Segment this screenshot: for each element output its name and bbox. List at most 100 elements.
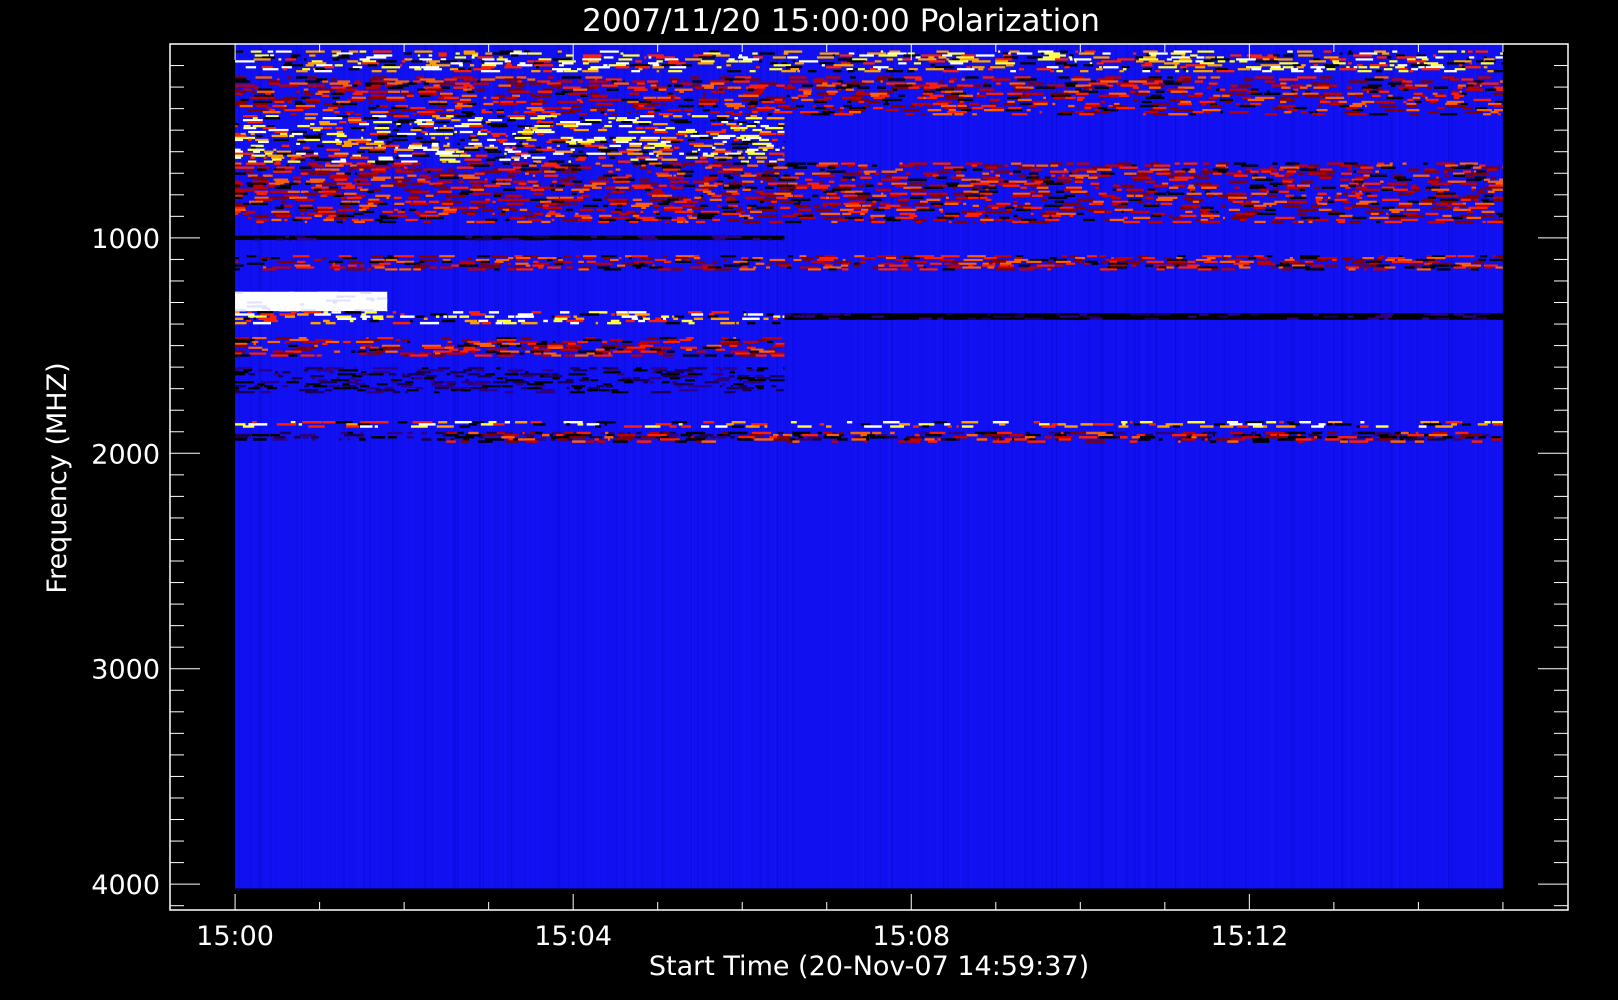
heatmap-cell bbox=[550, 113, 561, 116]
heatmap-cell bbox=[337, 80, 351, 83]
heatmap-cell bbox=[981, 104, 997, 108]
heatmap-cell bbox=[557, 381, 574, 384]
heatmap-cell bbox=[1487, 180, 1503, 183]
heatmap-cell bbox=[999, 423, 1006, 426]
heatmap-cell bbox=[1325, 96, 1345, 100]
heatmap-cell bbox=[307, 62, 327, 65]
spectrogram-figure: 2007/11/20 15:00:00 Polarization 15:00 15… bbox=[0, 0, 1618, 1000]
heatmap-cell bbox=[1229, 60, 1235, 63]
heatmap-cell bbox=[530, 102, 543, 106]
heatmap-cell bbox=[576, 431, 591, 435]
heatmap-cell bbox=[417, 88, 425, 91]
heatmap-cell bbox=[261, 348, 269, 351]
heatmap-cell bbox=[1179, 58, 1192, 61]
heatmap-cell bbox=[369, 319, 379, 323]
heatmap-cell bbox=[1156, 172, 1171, 175]
heatmap-cell bbox=[567, 198, 584, 201]
heatmap-cell bbox=[1009, 433, 1024, 437]
heatmap-cell bbox=[1474, 176, 1487, 179]
heatmap-cell bbox=[364, 311, 377, 314]
heatmap-cell bbox=[257, 311, 274, 314]
heatmap-cell bbox=[581, 194, 590, 197]
heatmap-cell bbox=[563, 255, 571, 258]
heatmap-cell bbox=[551, 354, 562, 357]
heatmap-cell bbox=[803, 92, 812, 95]
heatmap-cell bbox=[1236, 58, 1256, 61]
texture-streak bbox=[628, 44, 630, 889]
heatmap-cell bbox=[1297, 208, 1317, 212]
heatmap-cell bbox=[612, 138, 632, 142]
heatmap-cell bbox=[1439, 92, 1444, 95]
heatmap-cell bbox=[1034, 180, 1043, 183]
heatmap-cell bbox=[991, 436, 1002, 439]
heatmap-cell bbox=[912, 425, 919, 428]
heatmap-cell bbox=[1049, 162, 1063, 165]
heatmap-cell bbox=[541, 433, 550, 437]
heatmap-cell bbox=[964, 214, 980, 218]
heatmap-cell bbox=[386, 196, 390, 199]
heatmap-cell bbox=[347, 138, 367, 142]
heatmap-cell bbox=[562, 340, 576, 344]
heatmap-cell bbox=[420, 94, 431, 98]
heatmap-cell bbox=[979, 192, 993, 195]
heatmap-cell bbox=[322, 342, 328, 346]
heatmap-cell bbox=[744, 196, 765, 199]
heatmap-cell bbox=[386, 70, 397, 73]
heatmap-cell bbox=[1287, 108, 1298, 112]
heatmap-cell bbox=[955, 170, 962, 173]
heatmap-cell bbox=[1487, 190, 1495, 193]
heatmap-cell bbox=[653, 108, 661, 112]
heatmap-cell bbox=[579, 208, 594, 212]
heatmap-cell bbox=[1024, 182, 1041, 185]
heatmap-cell bbox=[972, 168, 983, 171]
heatmap-cell bbox=[370, 90, 388, 93]
heatmap-cell bbox=[446, 433, 459, 437]
heatmap-cell bbox=[925, 68, 944, 71]
heatmap-cell bbox=[1172, 425, 1181, 428]
texture-streak bbox=[1391, 44, 1393, 889]
heatmap-cell bbox=[903, 256, 920, 260]
heatmap-cell bbox=[431, 136, 436, 140]
heatmap-cell bbox=[1057, 176, 1069, 179]
heatmap-cell bbox=[733, 138, 739, 142]
heatmap-cell bbox=[1482, 113, 1491, 116]
heatmap-cell bbox=[324, 66, 335, 69]
heatmap-cell bbox=[412, 142, 423, 146]
heatmap-cell bbox=[761, 100, 775, 104]
texture-streak bbox=[599, 44, 601, 889]
heatmap-cell bbox=[839, 111, 845, 114]
heatmap-cell bbox=[235, 264, 244, 267]
heatmap-cell bbox=[1452, 216, 1463, 220]
heatmap-cell bbox=[733, 80, 750, 83]
heatmap-cell bbox=[440, 113, 459, 116]
heatmap-cell bbox=[952, 58, 959, 61]
heatmap-cell bbox=[1154, 192, 1167, 195]
heatmap-cell bbox=[646, 113, 656, 116]
heatmap-cell bbox=[899, 423, 911, 426]
heatmap-cell bbox=[706, 385, 713, 388]
heatmap-cell bbox=[429, 132, 444, 136]
heatmap-cell bbox=[441, 202, 454, 206]
heatmap-cell bbox=[1009, 264, 1014, 267]
texture-streak bbox=[659, 44, 661, 889]
heatmap-cell bbox=[558, 64, 564, 67]
heatmap-cell bbox=[1236, 425, 1249, 428]
heatmap-cell bbox=[1400, 431, 1409, 435]
heatmap-cell bbox=[1336, 192, 1342, 195]
heatmap-cell bbox=[504, 152, 507, 155]
heatmap-cell bbox=[248, 200, 264, 203]
heatmap-cell bbox=[801, 256, 814, 260]
heatmap-cell bbox=[414, 377, 423, 380]
heatmap-cell bbox=[255, 198, 273, 201]
heatmap-cell bbox=[459, 192, 469, 195]
heatmap-cell bbox=[1050, 170, 1069, 173]
heatmap-cell bbox=[1274, 200, 1288, 203]
heatmap-cell bbox=[454, 130, 458, 134]
heatmap-cell bbox=[406, 436, 414, 439]
heatmap-cell bbox=[1291, 70, 1304, 73]
heatmap-cell bbox=[790, 98, 797, 102]
heatmap-cell bbox=[685, 156, 698, 159]
heatmap-cell bbox=[652, 66, 664, 69]
heatmap-cell bbox=[235, 208, 246, 212]
heatmap-cell bbox=[861, 80, 875, 83]
